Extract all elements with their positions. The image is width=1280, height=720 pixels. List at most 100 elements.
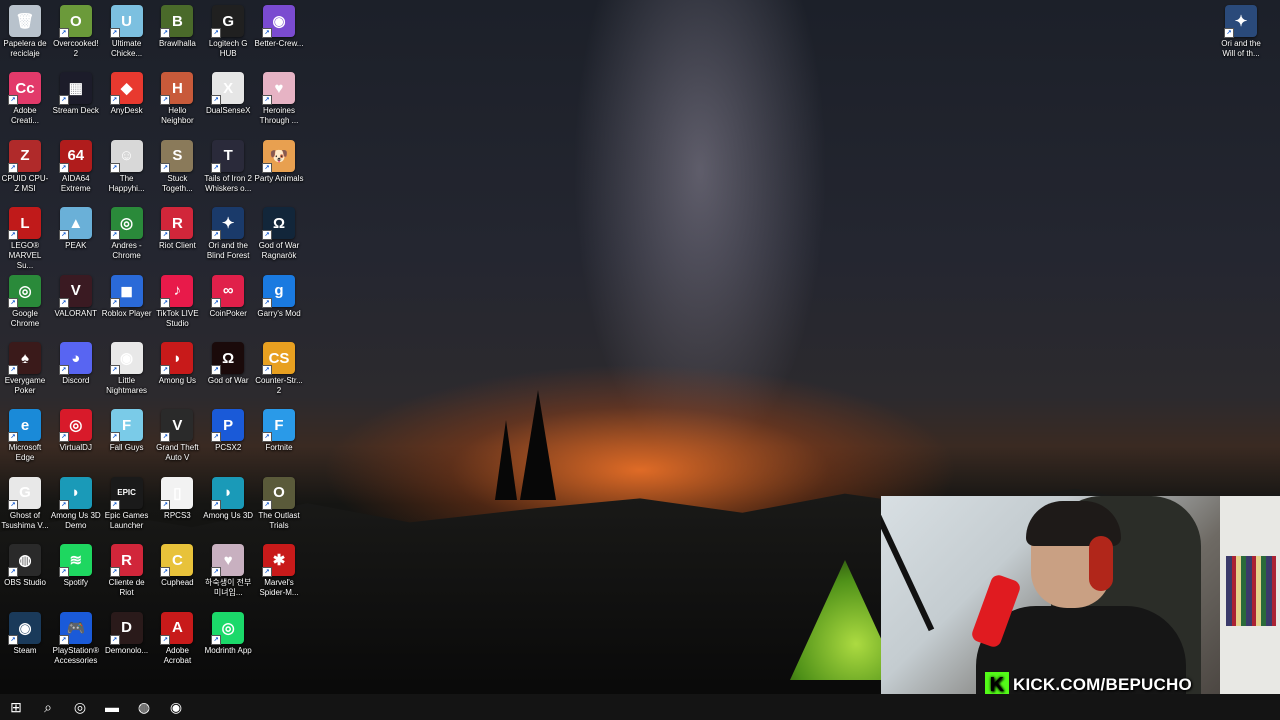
desktop-icon-lego-marvel[interactable]: L ↗ LEGO® MARVEL Su...	[0, 202, 50, 271]
valorant-icon: V ↗	[58, 274, 92, 308]
taskbar-chrome[interactable]: ◎	[64, 694, 96, 720]
adobe-acrobat-icon: A ↗	[160, 611, 194, 645]
desktop-icon-among-us[interactable]: ◗ ↗ Among Us	[152, 337, 202, 386]
desktop-icon-god-of-war[interactable]: Ω ↗ God of War	[203, 337, 253, 386]
desktop-icon-label: Epic Games Launcher	[104, 510, 149, 530]
desktop-icon-happyhills[interactable]: ☺ ↗ The Happyhi...	[102, 135, 152, 194]
taskbar-steam-icon: ◉	[169, 698, 183, 715]
desktop-icon-stream-deck[interactable]: ▦ ↗ Stream Deck	[51, 67, 101, 116]
logitech-icon: G ↗	[211, 5, 245, 38]
desktop-icon-pcsx2[interactable]: P ↗ PCSX2	[203, 404, 253, 453]
desktop-icon-label: The Happyhi...	[108, 173, 145, 193]
desktop-icon-demonologist[interactable]: D ↗ Demonolo...	[102, 607, 152, 656]
desktop-icon-dualsensex[interactable]: X ↗ DualSenseX	[203, 67, 253, 116]
desktop-icon-recycle-bin[interactable]: 🗑 Papelera de reciclaje	[0, 0, 50, 59]
desktop-icon-little-nightmares[interactable]: ◉ ↗ Little Nightmares	[102, 337, 152, 396]
desktop-icon-label: Fall Guys	[109, 443, 144, 453]
desktop-icon-logitech[interactable]: G ↗ Logitech G HUB	[203, 0, 253, 59]
desktop-icon-riot-client[interactable]: R ↗ Riot Client	[152, 202, 202, 251]
garrys-mod-icon: g ↗	[262, 274, 295, 308]
desktop-icon-spider-man[interactable]: ✱ ↗ Marvel's Spider-M...	[254, 539, 304, 598]
desktop-icon-google-chrome[interactable]: ◎ ↗ Google Chrome	[0, 270, 50, 329]
desktop-icon-heroines[interactable]: ♥ ↗ Heroines Through ...	[254, 67, 304, 126]
desktop-icon-roblox[interactable]: ◼ ↗ Roblox Player	[102, 270, 152, 319]
desktop-icon-peak[interactable]: ▲ ↗ PEAK	[51, 202, 101, 251]
desktop-icon-cuphead[interactable]: C ↗ Cuphead	[152, 539, 202, 588]
desktop-icon-label: Hello Neighbor	[161, 106, 194, 126]
desktop-icon-steam[interactable]: ◉ ↗ Steam	[0, 607, 50, 656]
desktop-icon-edge[interactable]: e ↗ Microsoft Edge	[0, 404, 50, 463]
edge-icon: e ↗	[8, 409, 41, 443]
desktop-icon-better-crewlink[interactable]: ◉ ↗ Better-Crew...	[254, 0, 304, 49]
desktop-icon-outlast-trials[interactable]: O ↗ The Outlast Trials	[254, 472, 304, 531]
party-animals-icon: 🐶 ↗	[262, 139, 295, 173]
desktop-icon-virtualdj[interactable]: ◎ ↗ VirtualDJ	[51, 404, 101, 453]
desktop-icon-chrome-profile[interactable]: ◎ ↗ Andres - Chrome	[102, 202, 152, 261]
desktop-icon-label: Fortnite	[265, 443, 293, 453]
desktop-icon-among-us-3d[interactable]: ◗ ↗ Among Us 3D	[203, 472, 253, 521]
desktop-icon-counter-strike[interactable]: CS ↗ Counter-Str... 2	[254, 337, 304, 396]
riot-client-icon: R ↗	[160, 207, 194, 241]
spotify-icon: ≋ ↗	[58, 544, 92, 578]
search-button[interactable]: ⌕	[32, 694, 64, 720]
desktop-icon-fortnite[interactable]: F ↗ Fortnite	[254, 404, 304, 453]
desktop-icon-overcooked[interactable]: O ↗ Overcooked! 2	[51, 0, 101, 59]
desktop-icon-everygame-poker[interactable]: ♠ ↗ Everygame Poker	[0, 337, 50, 396]
desktop-icon-among-us-3d-demo[interactable]: ◗ ↗ Among Us 3D Demo	[51, 472, 101, 531]
desktop-icon-hello-neighbor[interactable]: H ↗ Hello Neighbor	[152, 67, 202, 126]
taskbar-file-explorer[interactable]: ▬	[96, 694, 128, 720]
desktop-icon-riot-client-es[interactable]: R ↗ Cliente de Riot	[102, 539, 152, 598]
desktop-icon-label: Ghost of Tsushima V...	[1, 510, 49, 530]
desktop-icon-fall-guys[interactable]: F ↗ Fall Guys	[102, 404, 152, 453]
desktop-icon-ori-blind-forest[interactable]: ✦ ↗ Ori and the Blind Forest	[203, 202, 253, 261]
desktop-icon-modrinth[interactable]: ◎ ↗ Modrinth App	[203, 607, 253, 656]
desktop-icon-aida64[interactable]: 64 ↗ AIDA64 Extreme	[51, 135, 101, 194]
desktop-icon-gta-v[interactable]: V ↗ Grand Theft Auto V	[152, 404, 202, 463]
desktop-icon-korean-game[interactable]: ♥ ↗ 하숙생이 전부 미녀입...	[203, 539, 253, 598]
desktop-icon-label: Overcooked! 2	[53, 39, 99, 58]
desktop-icon-tiktok-live[interactable]: ♪ ↗ TikTok LIVE Studio	[152, 270, 202, 329]
google-chrome-icon: ◎ ↗	[8, 274, 41, 308]
god-of-war-ragnarok-icon: Ω ↗	[262, 207, 295, 241]
ultimate-chicken-horse-icon: U ↗	[109, 5, 143, 38]
cuphead-icon: C ↗	[160, 544, 194, 578]
desktop-icon-valorant[interactable]: V ↗ VALORANT	[51, 270, 101, 319]
desktop-icon-stuck-together[interactable]: S ↗ Stuck Togeth...	[152, 135, 202, 194]
start-button[interactable]: ⊞	[0, 694, 32, 720]
desktop-icon-label: Everygame Poker	[4, 376, 46, 395]
taskbar-obs[interactable]: ◍	[128, 694, 160, 720]
desktop-icon-label: Adobe Acrobat	[163, 645, 192, 665]
webcam-bookshelf	[1220, 496, 1280, 720]
desktop-icon-playstation-accessories[interactable]: 🎮 ↗ PlayStation® Accessories	[51, 607, 101, 666]
desktop-icon-spotify[interactable]: ≋ ↗ Spotify	[51, 539, 101, 588]
desktop-icon-cpu-z[interactable]: Z ↗ CPUID CPU-Z MSI	[0, 135, 50, 194]
taskbar-steam[interactable]: ◉	[160, 694, 192, 720]
desktop-icon-brawlhalla[interactable]: B ↗ Brawlhalla	[152, 0, 202, 49]
epic-games-icon: EPIC ↗	[109, 476, 143, 510]
desktop-icon-anydesk[interactable]: ◆ ↗ AnyDesk	[102, 67, 152, 116]
tiktok-live-icon: ♪ ↗	[160, 274, 194, 308]
better-crewlink-icon: ◉ ↗	[262, 5, 295, 38]
desktop-icon-god-of-war-ragnarok[interactable]: Ω ↗ God of War Ragnarök	[254, 202, 304, 261]
rpcs3-icon: ▯ ↗	[160, 476, 194, 510]
desktop-icon-coinpoker[interactable]: ∞ ↗ CoinPoker	[203, 270, 253, 319]
desktop-icon-label: Brawlhalla	[158, 39, 196, 48]
wallpaper-tree	[520, 390, 556, 500]
desktop-icon-ghost-of-tsushima[interactable]: G ↗ Ghost of Tsushima V...	[0, 472, 50, 531]
desktop-icon-ori-will-of-wisps[interactable]: ✦ ↗ Ori and the Will of th...	[1216, 0, 1266, 59]
desktop-icon-tails-of-iron[interactable]: T ↗ Tails of Iron 2 Whiskers o...	[203, 135, 253, 194]
desktop-icon-label: Little Nightmares	[106, 376, 148, 395]
desktop-icon-adobe-acrobat[interactable]: A ↗ Adobe Acrobat	[152, 607, 202, 666]
desktop-icon-garrys-mod[interactable]: g ↗ Garry's Mod	[254, 270, 304, 319]
desktop-icon-epic-games[interactable]: EPIC ↗ Epic Games Launcher	[102, 472, 152, 531]
dualsensex-icon: X ↗	[211, 72, 245, 106]
desktop-icon-adobe-cc[interactable]: Cc ↗ Adobe Creati...	[0, 67, 50, 126]
desktop-icon-party-animals[interactable]: 🐶 ↗ Party Animals	[254, 135, 304, 184]
desktop-icon-label: Party Animals	[254, 173, 304, 183]
desktop-icon-obs-studio[interactable]: ◍ ↗ OBS Studio	[0, 539, 50, 588]
desktop-icon-label: Demonolo...	[105, 645, 149, 655]
desktop-icon-ultimate-chicken-horse[interactable]: U ↗ Ultimate Chicke...	[102, 0, 152, 59]
desktop-icon-rpcs3[interactable]: ▯ ↗ RPCS3	[152, 472, 202, 521]
desktop-icon-discord[interactable]: ◕ ↗ Discord	[51, 337, 101, 386]
taskbar-chrome-icon: ◎	[73, 698, 87, 715]
